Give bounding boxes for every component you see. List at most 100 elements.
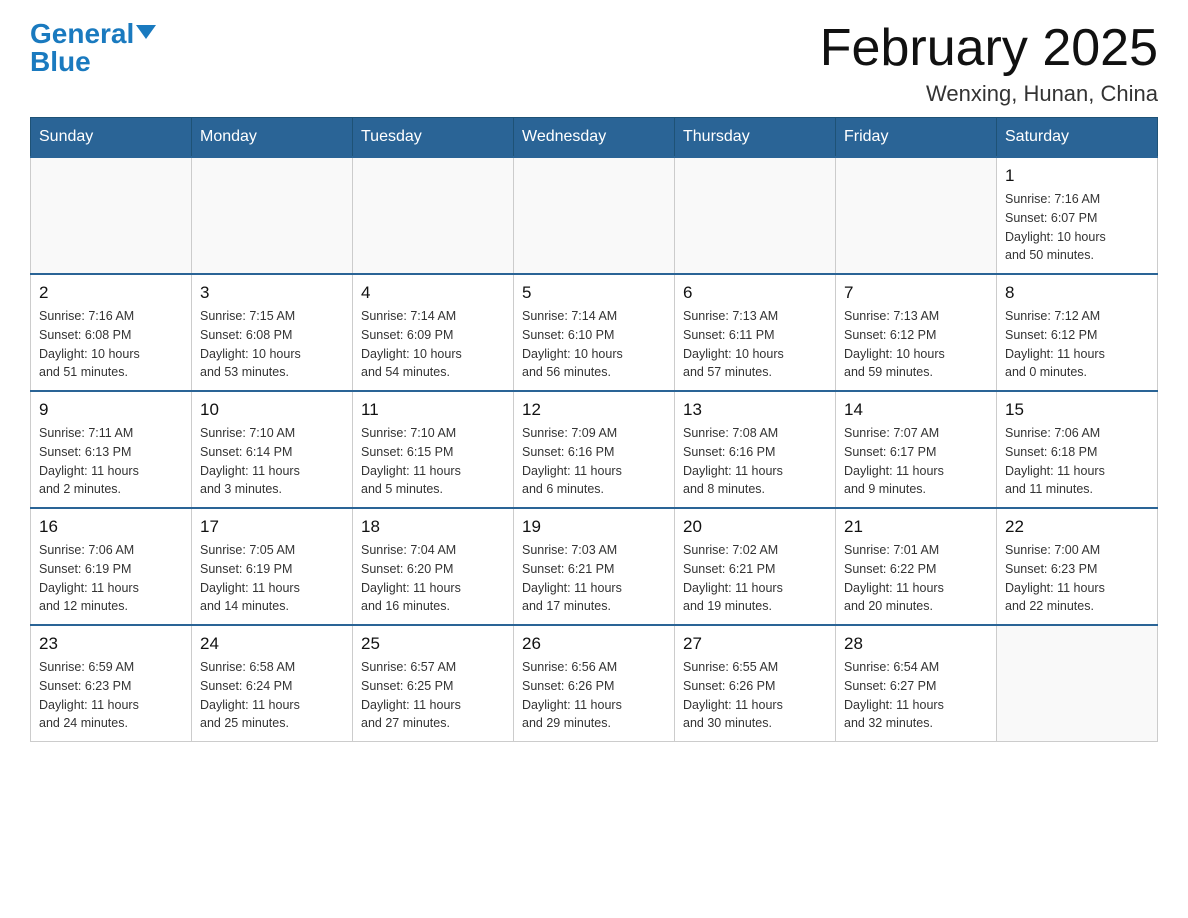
day-info: Sunrise: 6:56 AM Sunset: 6:26 PM Dayligh… bbox=[522, 658, 666, 733]
calendar-table: Sunday Monday Tuesday Wednesday Thursday… bbox=[30, 117, 1158, 742]
day-info: Sunrise: 7:16 AM Sunset: 6:07 PM Dayligh… bbox=[1005, 190, 1149, 265]
table-row: 8 Sunrise: 7:12 AM Sunset: 6:12 PM Daylig… bbox=[997, 274, 1158, 391]
table-row: 17Sunrise: 7:05 AM Sunset: 6:19 PM Dayli… bbox=[192, 508, 353, 625]
day-number: 16 bbox=[39, 517, 183, 537]
calendar-week-row: 2 Sunrise: 7:16 AM Sunset: 6:08 PM Daylig… bbox=[31, 274, 1158, 391]
day-info: Sunrise: 7:09 AM Sunset: 6:16 PM Dayligh… bbox=[522, 424, 666, 499]
calendar-title: February 2025 bbox=[820, 20, 1158, 77]
day-info: Sunrise: 7:11 AM Sunset: 6:13 PM Dayligh… bbox=[39, 424, 183, 499]
day-number: 8 bbox=[1005, 283, 1149, 303]
table-row: 10Sunrise: 7:10 AM Sunset: 6:14 PM Dayli… bbox=[192, 391, 353, 508]
table-row bbox=[514, 157, 675, 274]
day-number: 7 bbox=[844, 283, 988, 303]
page-header: General Blue February 2025 Wenxing, Huna… bbox=[30, 20, 1158, 107]
day-info: Sunrise: 7:14 AM Sunset: 6:10 PM Dayligh… bbox=[522, 307, 666, 382]
location: Wenxing, Hunan, China bbox=[820, 81, 1158, 107]
day-number: 23 bbox=[39, 634, 183, 654]
day-number: 19 bbox=[522, 517, 666, 537]
day-info: Sunrise: 7:06 AM Sunset: 6:19 PM Dayligh… bbox=[39, 541, 183, 616]
header-monday: Monday bbox=[192, 118, 353, 158]
table-row bbox=[192, 157, 353, 274]
logo-blue-text: Blue bbox=[30, 48, 91, 76]
table-row: 14 Sunrise: 7:07 AM Sunset: 6:17 PM Dayli… bbox=[836, 391, 997, 508]
day-info: Sunrise: 7:13 AM Sunset: 6:12 PM Dayligh… bbox=[844, 307, 988, 382]
day-number: 2 bbox=[39, 283, 183, 303]
day-info: Sunrise: 7:07 AM Sunset: 6:17 PM Dayligh… bbox=[844, 424, 988, 499]
table-row: 19 Sunrise: 7:03 AM Sunset: 6:21 PM Dayli… bbox=[514, 508, 675, 625]
header-friday: Friday bbox=[836, 118, 997, 158]
table-row bbox=[675, 157, 836, 274]
day-info: Sunrise: 7:02 AM Sunset: 6:21 PM Dayligh… bbox=[683, 541, 827, 616]
day-info: Sunrise: 7:14 AM Sunset: 6:09 PM Dayligh… bbox=[361, 307, 505, 382]
table-row: 4 Sunrise: 7:14 AM Sunset: 6:09 PM Daylig… bbox=[353, 274, 514, 391]
table-row: 21Sunrise: 7:01 AM Sunset: 6:22 PM Dayli… bbox=[836, 508, 997, 625]
calendar-week-row: 9 Sunrise: 7:11 AM Sunset: 6:13 PM Daylig… bbox=[31, 391, 1158, 508]
day-info: Sunrise: 7:15 AM Sunset: 6:08 PM Dayligh… bbox=[200, 307, 344, 382]
day-number: 27 bbox=[683, 634, 827, 654]
header-saturday: Saturday bbox=[997, 118, 1158, 158]
calendar-header-row: Sunday Monday Tuesday Wednesday Thursday… bbox=[31, 118, 1158, 158]
day-number: 4 bbox=[361, 283, 505, 303]
day-info: Sunrise: 6:59 AM Sunset: 6:23 PM Dayligh… bbox=[39, 658, 183, 733]
day-number: 5 bbox=[522, 283, 666, 303]
day-number: 26 bbox=[522, 634, 666, 654]
day-info: Sunrise: 7:10 AM Sunset: 6:15 PM Dayligh… bbox=[361, 424, 505, 499]
table-row bbox=[31, 157, 192, 274]
day-number: 9 bbox=[39, 400, 183, 420]
table-row: 13 Sunrise: 7:08 AM Sunset: 6:16 PM Dayli… bbox=[675, 391, 836, 508]
day-info: Sunrise: 7:06 AM Sunset: 6:18 PM Dayligh… bbox=[1005, 424, 1149, 499]
table-row bbox=[353, 157, 514, 274]
logo-general-text: General bbox=[30, 20, 156, 48]
table-row: 7 Sunrise: 7:13 AM Sunset: 6:12 PM Daylig… bbox=[836, 274, 997, 391]
day-number: 12 bbox=[522, 400, 666, 420]
table-row: 2 Sunrise: 7:16 AM Sunset: 6:08 PM Daylig… bbox=[31, 274, 192, 391]
day-number: 14 bbox=[844, 400, 988, 420]
day-info: Sunrise: 6:57 AM Sunset: 6:25 PM Dayligh… bbox=[361, 658, 505, 733]
day-info: Sunrise: 7:01 AM Sunset: 6:22 PM Dayligh… bbox=[844, 541, 988, 616]
day-number: 28 bbox=[844, 634, 988, 654]
calendar-week-row: 1 Sunrise: 7:16 AM Sunset: 6:07 PM Daylig… bbox=[31, 157, 1158, 274]
day-info: Sunrise: 6:55 AM Sunset: 6:26 PM Dayligh… bbox=[683, 658, 827, 733]
day-info: Sunrise: 7:08 AM Sunset: 6:16 PM Dayligh… bbox=[683, 424, 827, 499]
table-row: 12 Sunrise: 7:09 AM Sunset: 6:16 PM Dayli… bbox=[514, 391, 675, 508]
table-row: 5 Sunrise: 7:14 AM Sunset: 6:10 PM Daylig… bbox=[514, 274, 675, 391]
day-number: 10 bbox=[200, 400, 344, 420]
day-info: Sunrise: 7:16 AM Sunset: 6:08 PM Dayligh… bbox=[39, 307, 183, 382]
calendar-week-row: 23 Sunrise: 6:59 AM Sunset: 6:23 PM Dayli… bbox=[31, 625, 1158, 742]
day-number: 3 bbox=[200, 283, 344, 303]
table-row: 28 Sunrise: 6:54 AM Sunset: 6:27 PM Dayli… bbox=[836, 625, 997, 742]
table-row: 9 Sunrise: 7:11 AM Sunset: 6:13 PM Daylig… bbox=[31, 391, 192, 508]
day-info: Sunrise: 7:03 AM Sunset: 6:21 PM Dayligh… bbox=[522, 541, 666, 616]
header-sunday: Sunday bbox=[31, 118, 192, 158]
table-row: 16 Sunrise: 7:06 AM Sunset: 6:19 PM Dayli… bbox=[31, 508, 192, 625]
table-row: 1 Sunrise: 7:16 AM Sunset: 6:07 PM Daylig… bbox=[997, 157, 1158, 274]
day-info: Sunrise: 7:12 AM Sunset: 6:12 PM Dayligh… bbox=[1005, 307, 1149, 382]
table-row: 22 Sunrise: 7:00 AM Sunset: 6:23 PM Dayli… bbox=[997, 508, 1158, 625]
day-number: 13 bbox=[683, 400, 827, 420]
day-info: Sunrise: 7:00 AM Sunset: 6:23 PM Dayligh… bbox=[1005, 541, 1149, 616]
header-thursday: Thursday bbox=[675, 118, 836, 158]
day-info: Sunrise: 7:04 AM Sunset: 6:20 PM Dayligh… bbox=[361, 541, 505, 616]
day-number: 24 bbox=[200, 634, 344, 654]
day-info: Sunrise: 6:58 AM Sunset: 6:24 PM Dayligh… bbox=[200, 658, 344, 733]
table-row: 24 Sunrise: 6:58 AM Sunset: 6:24 PM Dayli… bbox=[192, 625, 353, 742]
table-row: 23 Sunrise: 6:59 AM Sunset: 6:23 PM Dayli… bbox=[31, 625, 192, 742]
day-number: 22 bbox=[1005, 517, 1149, 537]
table-row: 20Sunrise: 7:02 AM Sunset: 6:21 PM Dayli… bbox=[675, 508, 836, 625]
day-number: 11 bbox=[361, 400, 505, 420]
table-row: 15 Sunrise: 7:06 AM Sunset: 6:18 PM Dayli… bbox=[997, 391, 1158, 508]
table-row: 18Sunrise: 7:04 AM Sunset: 6:20 PM Dayli… bbox=[353, 508, 514, 625]
day-info: Sunrise: 6:54 AM Sunset: 6:27 PM Dayligh… bbox=[844, 658, 988, 733]
table-row: 27 Sunrise: 6:55 AM Sunset: 6:26 PM Dayli… bbox=[675, 625, 836, 742]
day-number: 1 bbox=[1005, 166, 1149, 186]
table-row: 26 Sunrise: 6:56 AM Sunset: 6:26 PM Dayli… bbox=[514, 625, 675, 742]
day-info: Sunrise: 7:13 AM Sunset: 6:11 PM Dayligh… bbox=[683, 307, 827, 382]
header-wednesday: Wednesday bbox=[514, 118, 675, 158]
table-row: 11 Sunrise: 7:10 AM Sunset: 6:15 PM Dayli… bbox=[353, 391, 514, 508]
table-row bbox=[836, 157, 997, 274]
table-row: 3 Sunrise: 7:15 AM Sunset: 6:08 PM Daylig… bbox=[192, 274, 353, 391]
table-row: 6Sunrise: 7:13 AM Sunset: 6:11 PM Daylig… bbox=[675, 274, 836, 391]
logo: General Blue bbox=[30, 20, 156, 76]
table-row: 25Sunrise: 6:57 AM Sunset: 6:25 PM Dayli… bbox=[353, 625, 514, 742]
day-number: 15 bbox=[1005, 400, 1149, 420]
